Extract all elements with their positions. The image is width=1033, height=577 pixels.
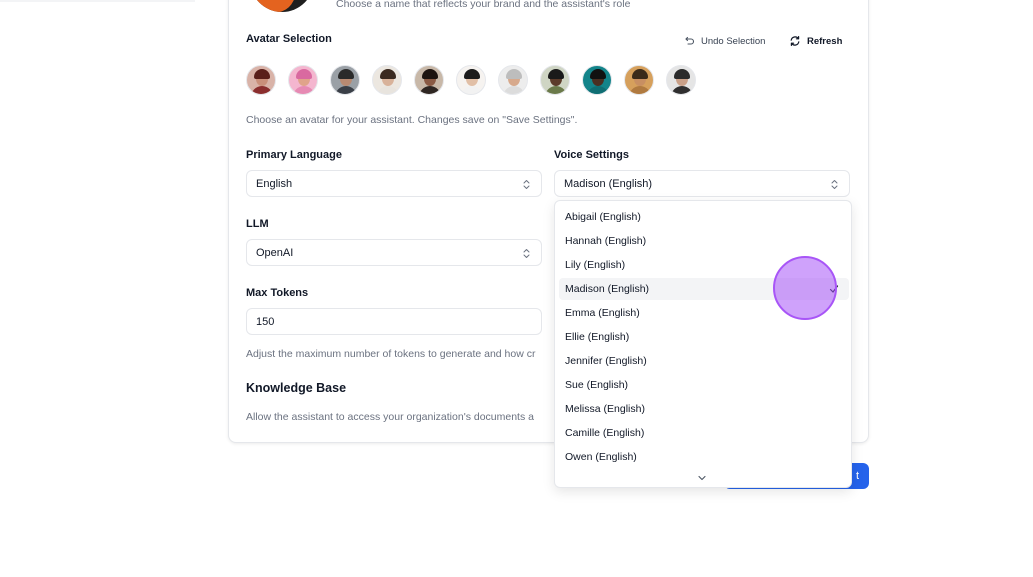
voice-option-label: Hannah (English) bbox=[565, 235, 647, 247]
avatar-shirt bbox=[251, 86, 273, 94]
avatar-option[interactable] bbox=[372, 65, 402, 95]
voice-option[interactable]: Abigail (English) bbox=[559, 206, 849, 228]
voice-option-label: Emma (English) bbox=[565, 307, 640, 319]
avatar-option[interactable] bbox=[456, 65, 486, 95]
cursor-indicator bbox=[773, 256, 837, 320]
avatar-list bbox=[246, 65, 696, 95]
voice-option-label: Madison (English) bbox=[565, 283, 650, 295]
voice-option[interactable]: Camille (English) bbox=[559, 422, 849, 444]
llm-select[interactable]: OpenAI bbox=[246, 239, 542, 266]
avatar-shirt bbox=[419, 86, 441, 94]
avatar-shirt bbox=[377, 86, 399, 94]
avatar-hair bbox=[632, 69, 648, 79]
voice-option-label: Abigail (English) bbox=[565, 211, 641, 223]
avatar-option[interactable] bbox=[330, 65, 360, 95]
voice-option-label: Owen (English) bbox=[565, 451, 637, 463]
voice-option-label: Jennifer (English) bbox=[565, 355, 647, 367]
undo-icon bbox=[685, 36, 695, 45]
voice-option[interactable]: Sue (English) bbox=[559, 374, 849, 396]
voice-option[interactable]: Owen (English) bbox=[559, 446, 849, 468]
avatar-hair bbox=[338, 69, 354, 79]
avatar-shirt bbox=[503, 86, 525, 94]
refresh-icon bbox=[790, 36, 800, 46]
voice-option[interactable]: Ellie (English) bbox=[559, 326, 849, 348]
avatar-hair bbox=[422, 69, 438, 79]
max-tokens-helper-text: Adjust the maximum number of tokens to g… bbox=[246, 348, 536, 360]
avatar-option[interactable] bbox=[246, 65, 276, 95]
avatar-hair bbox=[464, 69, 480, 79]
voice-option[interactable]: Jennifer (English) bbox=[559, 350, 849, 372]
chevron-up-down-icon bbox=[523, 249, 530, 258]
refresh-label: Refresh bbox=[807, 35, 843, 47]
avatar-hair bbox=[548, 69, 564, 79]
undo-selection-label: Undo Selection bbox=[701, 35, 766, 47]
knowledge-base-title: Knowledge Base bbox=[246, 381, 347, 395]
avatar-hair bbox=[254, 69, 270, 79]
voice-option-label: Lily (English) bbox=[565, 259, 626, 271]
avatar-option[interactable] bbox=[624, 65, 654, 95]
scroll-down-chevron-icon[interactable] bbox=[697, 474, 707, 482]
avatar-shirt bbox=[293, 86, 315, 94]
llm-label: LLM bbox=[246, 218, 269, 230]
primary-language-value: English bbox=[256, 177, 293, 190]
primary-language-label: Primary Language bbox=[246, 149, 342, 161]
avatar-selection-label: Avatar Selection bbox=[246, 33, 332, 45]
avatar-shirt bbox=[335, 86, 357, 94]
avatar-hair bbox=[590, 69, 606, 79]
avatar-hair bbox=[506, 69, 522, 79]
avatar-shirt bbox=[629, 86, 651, 94]
voice-option[interactable]: Hannah (English) bbox=[559, 230, 849, 252]
avatar-helper-text: Choose an avatar for your assistant. Cha… bbox=[246, 114, 578, 126]
voice-settings-select[interactable]: Madison (English) bbox=[554, 170, 850, 197]
chevron-up-down-icon bbox=[831, 180, 838, 189]
voice-dropdown-menu: Abigail (English) Hannah (English) Lily (E… bbox=[554, 200, 852, 488]
avatar-option[interactable] bbox=[540, 65, 570, 95]
primary-language-select[interactable]: English bbox=[246, 170, 542, 197]
avatar-option[interactable] bbox=[288, 65, 318, 95]
avatar-option[interactable] bbox=[414, 65, 444, 95]
avatar-option[interactable] bbox=[666, 65, 696, 95]
voice-option-label: Camille (English) bbox=[565, 427, 645, 439]
top-divider bbox=[0, 0, 195, 2]
voice-settings-value: Madison (English) bbox=[564, 177, 653, 190]
primary-button-label: t bbox=[855, 470, 859, 482]
avatar-shirt bbox=[587, 86, 609, 94]
avatar-shirt bbox=[545, 86, 567, 94]
avatar-shirt bbox=[461, 86, 483, 94]
knowledge-base-helper-text: Allow the assistant to access your organ… bbox=[246, 411, 534, 423]
llm-value: OpenAI bbox=[256, 246, 294, 259]
avatar-shirt bbox=[671, 86, 693, 94]
voice-option-label: Sue (English) bbox=[565, 379, 629, 391]
max-tokens-label: Max Tokens bbox=[246, 287, 309, 299]
avatar-hair bbox=[674, 69, 690, 79]
avatar-option[interactable] bbox=[582, 65, 612, 95]
avatar-option[interactable] bbox=[498, 65, 528, 95]
avatar-hair bbox=[296, 69, 312, 79]
voice-option-label: Ellie (English) bbox=[565, 331, 630, 343]
voice-option-label: Melissa (English) bbox=[565, 403, 645, 415]
undo-selection-button[interactable]: Undo Selection bbox=[683, 35, 765, 47]
max-tokens-value: 150 bbox=[256, 315, 275, 328]
chevron-up-down-icon bbox=[523, 180, 530, 189]
refresh-button[interactable]: Refresh bbox=[789, 35, 842, 47]
name-hint: Choose a name that reflects your brand a… bbox=[336, 0, 631, 10]
voice-settings-label: Voice Settings bbox=[554, 149, 629, 161]
voice-option[interactable]: Melissa (English) bbox=[559, 398, 849, 420]
avatar-hair bbox=[380, 69, 396, 79]
max-tokens-input[interactable]: 150 bbox=[246, 308, 542, 335]
